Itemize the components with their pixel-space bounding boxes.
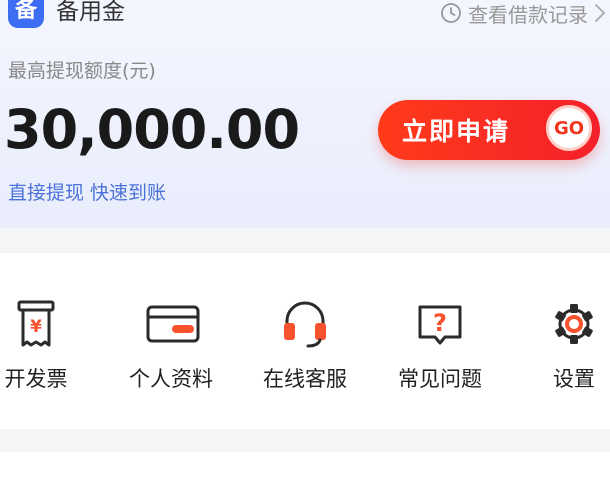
menu-item-faq[interactable]: ? 常见问题 <box>380 253 500 429</box>
menu-item-customer-service[interactable]: 在线客服 <box>245 253 365 429</box>
svg-text:?: ? <box>433 309 447 337</box>
clock-icon <box>440 2 462 24</box>
chevron-right-icon <box>594 3 606 23</box>
gear-icon <box>549 299 599 349</box>
app-logo: 备 <box>8 0 44 28</box>
menu-label: 常见问题 <box>398 367 482 391</box>
loan-history-label: 查看借款记录 <box>468 2 588 27</box>
menu-label: 个人资料 <box>129 367 213 391</box>
headset-icon <box>280 299 330 349</box>
menu-item-settings[interactable]: 设置 <box>514 253 610 429</box>
faq-icon: ? <box>415 299 465 349</box>
max-quota-label: 最高提现额度(元) <box>8 60 156 82</box>
card-icon <box>146 299 200 349</box>
apply-now-button[interactable]: 立即申请 GO <box>378 100 600 160</box>
loan-history-link[interactable]: 查看借款记录 <box>440 0 606 28</box>
quota-card: 备 备用金 查看借款记录 最高提现额度(元) 30,000.00 立即申请 GO… <box>0 0 610 228</box>
go-badge: GO <box>546 105 592 151</box>
service-menu: ¥ 开发票 个人资料 在线客服 ? 常见问题 设置 <box>0 253 610 429</box>
slogan-text: 直接提现 快速到账 <box>8 182 167 204</box>
menu-label: 设置 <box>553 367 595 391</box>
apply-now-label: 立即申请 <box>402 117 511 146</box>
bottom-section <box>0 452 610 492</box>
invoice-icon: ¥ <box>11 299 61 349</box>
svg-text:¥: ¥ <box>30 317 42 337</box>
menu-label: 开发票 <box>4 367 68 391</box>
app-title: 备用金 <box>56 0 125 25</box>
menu-item-invoice[interactable]: ¥ 开发票 <box>0 253 96 429</box>
menu-label: 在线客服 <box>263 367 347 391</box>
max-quota-amount: 30,000.00 <box>4 98 300 161</box>
menu-item-profile[interactable]: 个人资料 <box>111 253 231 429</box>
